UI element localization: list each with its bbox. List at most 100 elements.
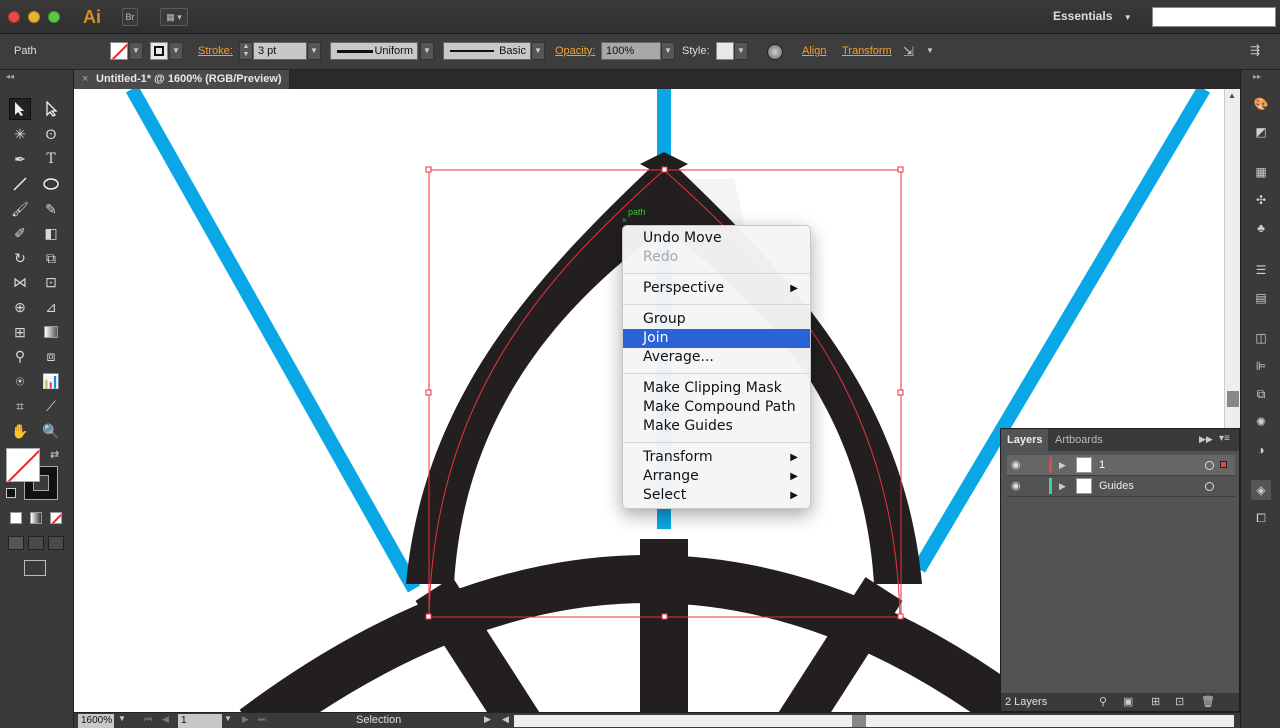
brushes-panel-icon[interactable]: ✣ — [1251, 190, 1271, 210]
width-tool-icon[interactable]: ⋈ — [9, 271, 31, 293]
pen-tool-icon[interactable]: ✒ — [9, 148, 31, 170]
horizontal-scrollbar-track[interactable] — [514, 715, 1234, 727]
menu-item-arrange[interactable]: Arrange ▶ — [623, 467, 810, 486]
gradient-panel-icon[interactable]: ▤ — [1251, 288, 1271, 308]
scroll-left-icon[interactable]: ◀ — [502, 714, 509, 725]
color-guide-panel-icon[interactable]: ◩ — [1251, 122, 1271, 142]
magic-wand-tool-icon[interactable]: ✳ — [9, 123, 31, 145]
stroke-weight-field[interactable]: 3 pt — [253, 42, 307, 60]
toolbar-collapse-icon[interactable]: ◂◂ — [6, 72, 14, 81]
new-layer-icon[interactable]: ⊡ — [1175, 693, 1184, 711]
symbols-panel-icon[interactable]: ♣ — [1251, 218, 1271, 238]
previous-artboard-icon[interactable]: ◀ — [162, 714, 169, 725]
layer-name[interactable]: 1 — [1099, 455, 1105, 475]
slice-tool-icon[interactable]: ⟋ — [40, 395, 62, 417]
fill-color-box[interactable] — [6, 448, 40, 482]
eraser-tool-icon[interactable]: ◧ — [40, 222, 62, 244]
rotate-tool-icon[interactable]: ↻ — [9, 247, 31, 269]
profile-dropdown[interactable]: ▼ — [420, 42, 434, 60]
close-tab-icon[interactable]: × — [82, 70, 88, 88]
line-tool-icon[interactable] — [9, 173, 31, 195]
draw-normal-icon[interactable] — [8, 536, 24, 550]
zoom-tool-icon[interactable]: 🔍 — [40, 420, 62, 442]
type-tool-icon[interactable]: T — [40, 148, 62, 170]
help-search-input[interactable] — [1152, 7, 1276, 27]
scroll-up-icon[interactable]: ▲ — [1228, 91, 1236, 100]
zoom-window-button[interactable] — [48, 11, 60, 23]
target-circle-icon[interactable] — [1205, 461, 1214, 470]
hand-tool-icon[interactable]: ✋ — [9, 420, 31, 442]
first-artboard-icon[interactable]: ⏮ — [144, 714, 152, 725]
none-mode-button[interactable] — [50, 512, 62, 524]
paintbrush-tool-icon[interactable]: 🖌 — [9, 198, 31, 220]
bridge-button[interactable]: Br — [122, 8, 138, 26]
menu-item-join[interactable]: Join — [623, 329, 810, 348]
stroke-swatch[interactable] — [150, 42, 168, 60]
close-window-button[interactable] — [8, 11, 20, 23]
eyedropper-tool-icon[interactable]: ⚲ — [9, 345, 31, 367]
stroke-panel-icon[interactable]: ☰ — [1251, 260, 1271, 280]
status-menu-icon[interactable]: ▶ — [484, 714, 491, 725]
dock-collapse-icon[interactable]: ▸▸ — [1253, 72, 1261, 81]
selection-tool-icon[interactable] — [9, 98, 31, 120]
default-colors-icon[interactable] — [6, 488, 16, 498]
stroke-dropdown[interactable]: ▼ — [169, 42, 183, 60]
opacity-label-link[interactable]: Opacity: — [555, 45, 595, 57]
variable-width-profile[interactable]: Uniform — [330, 42, 418, 60]
document-tab[interactable]: × Untitled-1* @ 1600% (RGB/Preview) — [74, 70, 290, 89]
graphic-style-swatch[interactable] — [716, 42, 734, 60]
layer-name[interactable]: Guides — [1099, 476, 1134, 496]
delete-layer-icon[interactable]: 🗑 — [1201, 693, 1215, 711]
panel-menu-icon[interactable]: ▾≡ — [1219, 433, 1230, 444]
align-link[interactable]: Align — [802, 45, 826, 57]
draw-behind-icon[interactable] — [28, 536, 44, 550]
panel-collapse-icon[interactable]: ▶▶ — [1199, 434, 1213, 445]
zoom-field[interactable]: 1600% — [78, 714, 114, 728]
ellipse-tool-icon[interactable] — [40, 173, 62, 195]
swatches-panel-icon[interactable]: ▦ — [1251, 162, 1271, 182]
next-artboard-icon[interactable]: ▶ — [242, 714, 249, 725]
color-panel-icon[interactable]: 🎨 — [1251, 94, 1271, 114]
menu-item-make-compound-path[interactable]: Make Compound Path — [623, 398, 810, 417]
scale-tool-icon[interactable]: ⧉ — [40, 247, 62, 269]
perspective-grid-tool-icon[interactable]: ⊿ — [40, 296, 62, 318]
menu-item-perspective[interactable]: Perspective ▶ — [623, 279, 810, 298]
layer-row-1[interactable]: ◉ ▶ 1 — [1007, 455, 1235, 476]
horizontal-scroll-thumb[interactable] — [852, 715, 866, 727]
minimize-window-button[interactable] — [28, 11, 40, 23]
fill-dropdown[interactable]: ▼ — [129, 42, 143, 60]
graphic-styles-panel-icon[interactable]: ◑ — [1251, 440, 1271, 460]
stroke-weight-dropdown[interactable]: ▼ — [307, 42, 321, 60]
align-panel-icon[interactable]: ⊫ — [1251, 356, 1271, 376]
opacity-field[interactable]: 100% — [601, 42, 661, 60]
draw-inside-icon[interactable] — [48, 536, 64, 550]
isolate-group-icon[interactable]: ⇲ — [903, 44, 914, 60]
symbol-sprayer-tool-icon[interactable]: ⍟ — [9, 370, 31, 392]
artboard-dropdown-icon[interactable]: ▼ — [224, 714, 232, 723]
recolor-artwork-icon[interactable] — [767, 44, 783, 60]
brush-definition[interactable]: Basic — [443, 42, 531, 60]
layer-row-guides[interactable]: ◉ ▶ Guides — [1007, 476, 1235, 497]
last-artboard-icon[interactable]: ⏭ — [258, 714, 266, 725]
menu-item-transform[interactable]: Transform ▶ — [623, 448, 810, 467]
artboard-tool-icon[interactable]: ⌗ — [9, 395, 31, 417]
brush-dropdown[interactable]: ▼ — [531, 42, 545, 60]
make-clipping-mask-icon[interactable]: ▣ — [1123, 693, 1133, 711]
free-transform-tool-icon[interactable]: ⊡ — [40, 271, 62, 293]
menu-item-make-clipping-mask[interactable]: Make Clipping Mask — [623, 379, 810, 398]
fill-swatch[interactable] — [110, 42, 128, 60]
zoom-dropdown-icon[interactable]: ▼ — [118, 714, 126, 723]
menu-item-select[interactable]: Select ▶ — [623, 486, 810, 505]
transform-link[interactable]: Transform — [842, 45, 892, 57]
pencil-tool-icon[interactable]: ✎ — [40, 198, 62, 220]
color-mode-button[interactable] — [10, 512, 22, 524]
opacity-dropdown[interactable]: ▼ — [661, 42, 675, 60]
tab-layers[interactable]: Layers — [1001, 429, 1049, 451]
visibility-eye-icon[interactable]: ◉ — [1011, 455, 1021, 475]
scroll-thumb[interactable] — [1227, 391, 1239, 407]
expand-triangle-icon[interactable]: ▶ — [1059, 476, 1066, 496]
create-sublayer-icon[interactable]: ⊞ — [1151, 693, 1160, 711]
menu-item-group[interactable]: Group — [623, 310, 810, 329]
arrange-documents-button[interactable]: ▦ ▾ — [160, 8, 188, 26]
chevron-down-icon[interactable]: ▼ — [926, 46, 934, 55]
